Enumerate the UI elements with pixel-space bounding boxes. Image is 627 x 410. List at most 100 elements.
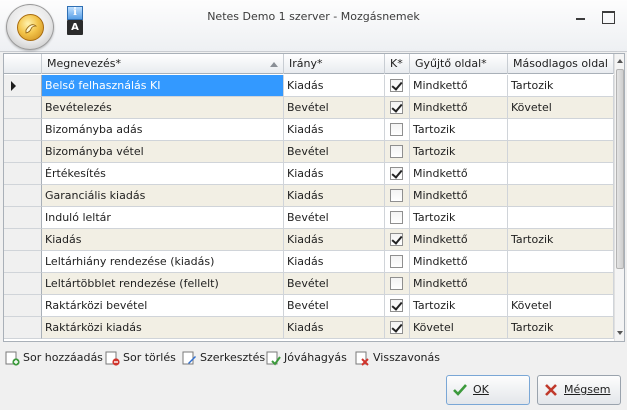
cell-name[interactable]: Raktárközi kiadás — [42, 317, 284, 339]
cell-direction[interactable]: Kiadás — [284, 119, 385, 141]
k-checkbox[interactable] — [390, 145, 403, 158]
cell-name[interactable]: Belső felhasználás KI — [42, 75, 284, 97]
cell-name[interactable]: Leltárhiány rendezése (kiadás) — [42, 251, 284, 273]
table-row[interactable]: Induló leltár Bevétel Tartozik — [4, 207, 614, 229]
k-checkbox[interactable] — [390, 299, 403, 312]
cell-direction[interactable]: Bevétel — [284, 97, 385, 119]
cell-collector-side[interactable]: Tartozik — [410, 141, 508, 163]
table-row[interactable]: Bizományba vétel Bevétel Tartozik — [4, 141, 614, 163]
cell-collector-side[interactable]: Mindkettő — [410, 185, 508, 207]
table-row[interactable]: Bizományba adás Kiadás Tartozik — [4, 119, 614, 141]
table-row[interactable]: Garanciális kiadás Kiadás Mindkettő — [4, 185, 614, 207]
row-indicator[interactable] — [4, 97, 42, 119]
cell-secondary-side[interactable]: Tartozik — [508, 229, 614, 251]
cell-k[interactable] — [385, 295, 410, 317]
edit-button[interactable]: Szerkesztés — [182, 349, 265, 367]
header-secondary-side[interactable]: Másodlagos oldal — [508, 54, 614, 74]
header-name[interactable]: Megnevezés* — [42, 54, 284, 74]
cell-name[interactable]: Garanciális kiadás — [42, 185, 284, 207]
cell-collector-side[interactable]: Követel — [410, 317, 508, 339]
table-row[interactable]: Értékesítés Kiadás Mindkettő — [4, 163, 614, 185]
cell-collector-side[interactable]: Mindkettő — [410, 251, 508, 273]
k-checkbox[interactable] — [390, 211, 403, 224]
cell-secondary-side[interactable] — [508, 251, 614, 273]
k-checkbox[interactable] — [390, 79, 403, 92]
header-direction[interactable]: Irány* — [284, 54, 385, 74]
cell-secondary-side[interactable] — [508, 273, 614, 295]
cell-k[interactable] — [385, 141, 410, 163]
table-row[interactable]: Raktárközi bevétel Bevétel Tartozik Követel — [4, 295, 614, 317]
approve-button[interactable]: Jóváhagyás — [266, 349, 347, 367]
cell-direction[interactable]: Kiadás — [284, 185, 385, 207]
cell-secondary-side[interactable]: Követel — [508, 97, 614, 119]
k-checkbox[interactable] — [390, 321, 403, 334]
k-checkbox[interactable] — [390, 123, 403, 136]
cell-collector-side[interactable]: Mindkettő — [410, 229, 508, 251]
cell-name[interactable]: Kiadás — [42, 229, 284, 251]
cell-k[interactable] — [385, 119, 410, 141]
cell-k[interactable] — [385, 273, 410, 295]
cell-collector-side[interactable]: Tartozik — [410, 207, 508, 229]
cell-name[interactable]: Bevételezés — [42, 97, 284, 119]
k-checkbox[interactable] — [390, 233, 403, 246]
cell-direction[interactable]: Kiadás — [284, 163, 385, 185]
vertical-scrollbar[interactable] — [614, 54, 624, 341]
cell-name[interactable]: Bizományba vétel — [42, 141, 284, 163]
row-indicator[interactable] — [4, 75, 42, 97]
cell-direction[interactable]: Kiadás — [284, 251, 385, 273]
cell-secondary-side[interactable] — [508, 207, 614, 229]
row-indicator[interactable] — [4, 119, 42, 141]
k-checkbox[interactable] — [390, 167, 403, 180]
table-row[interactable]: Bevételezés Bevétel Mindkettő Követel — [4, 97, 614, 119]
cell-k[interactable] — [385, 97, 410, 119]
cell-collector-side[interactable]: Tartozik — [410, 119, 508, 141]
cell-name[interactable]: Leltártöbblet rendezése (fellelt) — [42, 273, 284, 295]
ok-button[interactable]: OK — [446, 375, 530, 405]
cell-name[interactable]: Értékesítés — [42, 163, 284, 185]
cell-secondary-side[interactable] — [508, 163, 614, 185]
scroll-thumb[interactable] — [616, 69, 624, 269]
cell-secondary-side[interactable]: Követel — [508, 295, 614, 317]
cell-k[interactable] — [385, 75, 410, 97]
header-collector-side[interactable]: Gyűjtő oldal* — [410, 54, 508, 74]
cell-secondary-side[interactable] — [508, 141, 614, 163]
minimize-button[interactable] — [572, 8, 590, 24]
row-indicator[interactable] — [4, 317, 42, 339]
cell-secondary-side[interactable]: Tartozik — [508, 75, 614, 97]
k-checkbox[interactable] — [390, 277, 403, 290]
cell-collector-side[interactable]: Mindkettő — [410, 163, 508, 185]
maximize-button[interactable] — [599, 8, 617, 24]
header-k[interactable]: K* — [385, 54, 410, 74]
cell-direction[interactable]: Bevétel — [284, 295, 385, 317]
row-indicator[interactable] — [4, 185, 42, 207]
cell-k[interactable] — [385, 207, 410, 229]
row-indicator[interactable] — [4, 141, 42, 163]
row-indicator[interactable] — [4, 229, 42, 251]
cell-secondary-side[interactable]: Tartozik — [508, 317, 614, 339]
row-indicator[interactable] — [4, 295, 42, 317]
table-row[interactable]: Raktárközi kiadás Kiadás Követel Tartozik — [4, 317, 614, 339]
k-checkbox[interactable] — [390, 189, 403, 202]
table-row[interactable]: Belső felhasználás KI Kiadás Mindkettő Tart… — [4, 75, 614, 97]
table-row[interactable]: Kiadás Kiadás Mindkettő Tartozik — [4, 229, 614, 251]
cell-direction[interactable]: Bevétel — [284, 141, 385, 163]
cell-k[interactable] — [385, 317, 410, 339]
k-checkbox[interactable] — [390, 255, 403, 268]
revoke-button[interactable]: Visszavonás — [355, 349, 440, 367]
cell-k[interactable] — [385, 229, 410, 251]
cell-direction[interactable]: Bevétel — [284, 207, 385, 229]
cell-secondary-side[interactable] — [508, 185, 614, 207]
row-indicator[interactable] — [4, 163, 42, 185]
cell-collector-side[interactable]: Mindkettő — [410, 75, 508, 97]
cell-collector-side[interactable]: Tartozik — [410, 295, 508, 317]
movement-types-grid[interactable]: Megnevezés* Irány* K* Gyűjtő oldal* Máso… — [3, 53, 625, 342]
row-indicator[interactable] — [4, 251, 42, 273]
cell-direction[interactable]: Kiadás — [284, 317, 385, 339]
cell-k[interactable] — [385, 185, 410, 207]
delete-row-button[interactable]: Sor törlés — [105, 349, 176, 367]
cell-direction[interactable]: Kiadás — [284, 229, 385, 251]
cancel-button[interactable]: Mégsem — [537, 375, 621, 405]
table-row[interactable]: Leltártöbblet rendezése (fellelt) Bevétel… — [4, 273, 614, 295]
cell-name[interactable]: Raktárközi bevétel — [42, 295, 284, 317]
scroll-down-icon[interactable] — [617, 331, 623, 335]
